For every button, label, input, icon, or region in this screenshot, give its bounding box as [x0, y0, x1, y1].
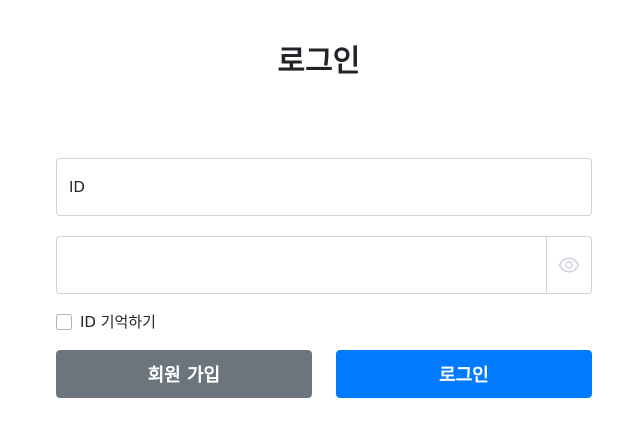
id-field[interactable] [56, 158, 592, 216]
id-input[interactable] [57, 159, 591, 215]
password-field[interactable] [56, 236, 592, 294]
remember-id-label[interactable]: ID 기억하기 [80, 312, 156, 332]
remember-id-checkbox[interactable] [56, 314, 72, 330]
password-input[interactable] [57, 237, 546, 293]
signup-button[interactable]: 회원 가입 [56, 350, 312, 398]
eye-icon [558, 257, 580, 273]
login-page: 로그인 ID 기억하기 회원 가입 로그인 [0, 0, 638, 439]
login-button[interactable]: 로그인 [336, 350, 592, 398]
remember-id-option[interactable]: ID 기억하기 [56, 312, 156, 332]
password-visibility-toggle[interactable] [546, 237, 591, 293]
page-title: 로그인 [277, 44, 361, 79]
